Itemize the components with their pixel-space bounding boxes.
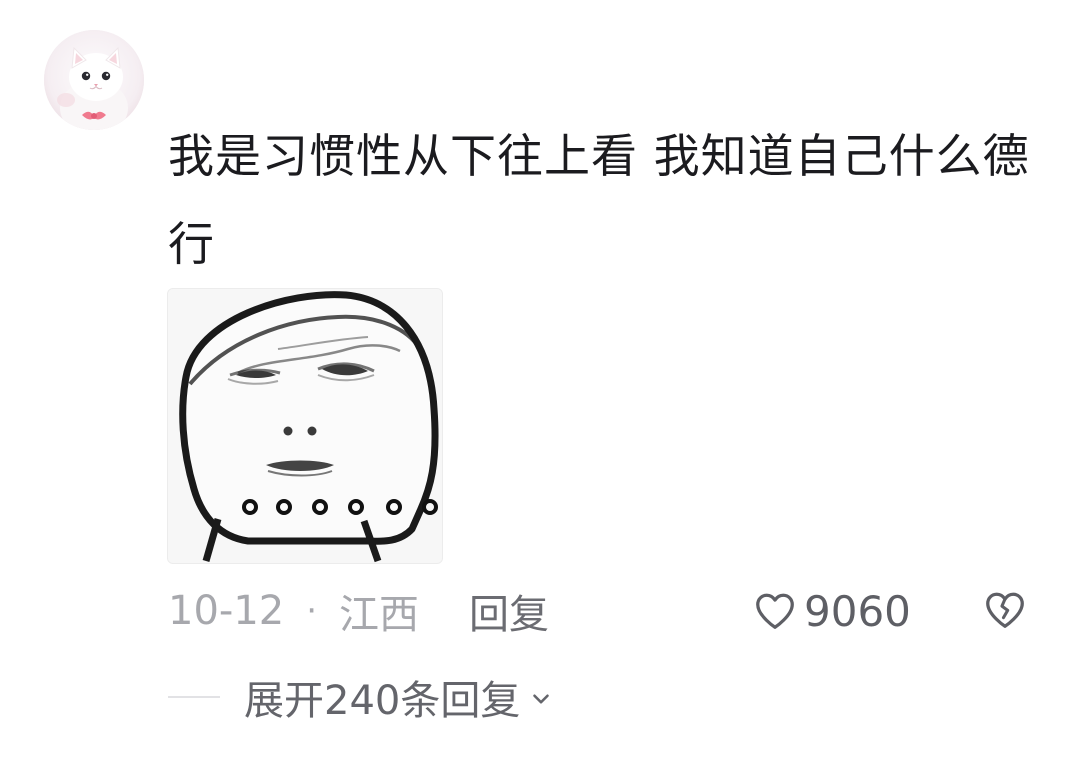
like-count: 9060 bbox=[804, 586, 911, 636]
kitten-avatar-icon bbox=[44, 30, 144, 130]
heart-outline-icon bbox=[756, 593, 794, 629]
expand-replies-button[interactable]: 展开240条回复 bbox=[168, 668, 554, 726]
reply-button[interactable]: 回复 bbox=[469, 582, 549, 640]
comment-date: 10-12 bbox=[168, 588, 285, 634]
like-button[interactable]: 9060 bbox=[752, 583, 911, 639]
comment-text: 我是习惯性从下往上看 我知道自己什么德行 bbox=[168, 129, 1030, 271]
comment-image[interactable] bbox=[167, 288, 443, 564]
meta-separator: · bbox=[306, 591, 318, 631]
comment-meta: 10-12 · 江西 回复 bbox=[168, 583, 549, 639]
broken-heart-icon bbox=[986, 592, 1024, 628]
user-avatar[interactable] bbox=[44, 30, 144, 130]
comment-location: 江西 bbox=[339, 592, 420, 638]
dislike-button[interactable] bbox=[982, 587, 1028, 633]
rage-face-meme-icon bbox=[168, 289, 442, 563]
expand-divider bbox=[168, 696, 220, 698]
expand-replies-label: 展开240条回复 bbox=[244, 678, 521, 724]
chevron-down-icon bbox=[533, 694, 550, 704]
